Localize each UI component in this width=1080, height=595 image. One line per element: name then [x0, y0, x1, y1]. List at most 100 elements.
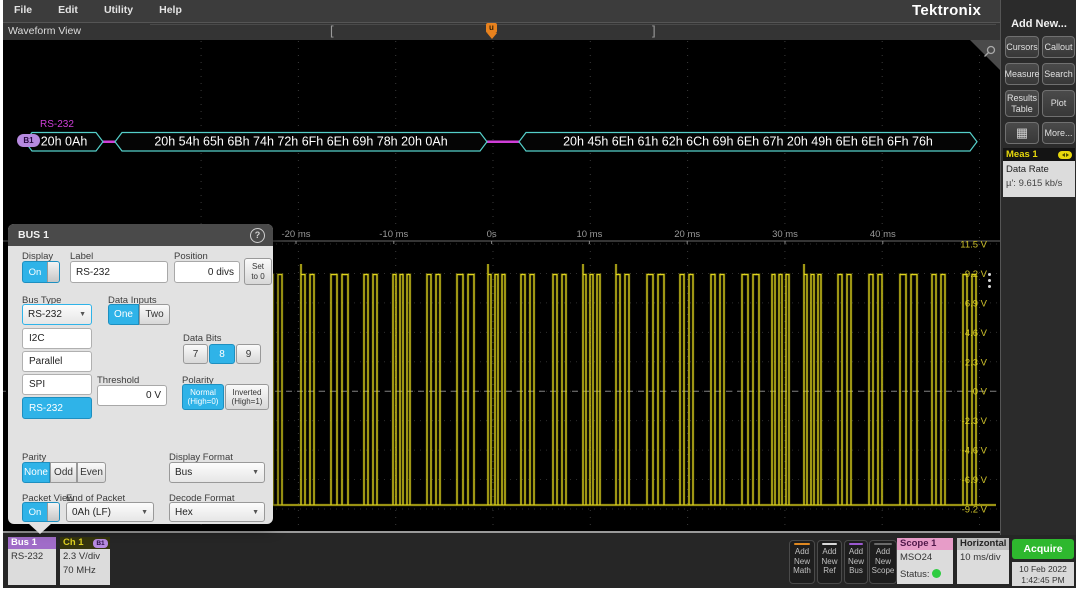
menu-item-edit[interactable]: Edit — [58, 0, 78, 16]
add-new-math-button[interactable]: AddNewMath — [789, 540, 815, 584]
screenshot-frame — [0, 588, 1080, 595]
scope1-badge-title: Scope 1 — [897, 538, 953, 550]
sidebar-button-search[interactable]: Search — [1042, 63, 1075, 85]
tab-waveform-view[interactable]: Waveform View — [8, 25, 81, 37]
app-window: FileEditUtilityHelp Tektronix — ❐ ✕ Wave… — [0, 0, 1076, 588]
display-toggle[interactable]: On — [22, 261, 60, 283]
bus-type-select[interactable]: RS-232 ▼ — [22, 304, 92, 325]
add-new-button-line: Bus — [845, 566, 867, 576]
panel-drag-handle[interactable] — [988, 270, 992, 291]
add-new-button-line: Math — [790, 566, 814, 576]
chevron-down-icon: ▼ — [141, 509, 148, 516]
time-axis-labels: -20 ms-10 ms0s10 ms20 ms30 ms40 ms — [281, 229, 896, 244]
meas1-badge-header[interactable]: Meas 1 — [1003, 148, 1075, 161]
display-format-select[interactable]: Bus▼ — [169, 462, 265, 483]
time-axis-label: 30 ms — [772, 229, 798, 240]
sidebar-button-more-[interactable]: More... — [1042, 122, 1075, 144]
datetime-box[interactable]: 10 Feb 2022 1:42:45 PM — [1012, 562, 1074, 586]
scope1-badge-body: MSO24 Status: — [897, 550, 953, 584]
horizontal-badge[interactable]: Horizontal 10 ms/div — [957, 538, 1009, 584]
label-input[interactable]: RS-232 — [70, 261, 168, 283]
menu-items: File Edit Utility Help — [14, 0, 208, 18]
time-axis-label: 10 ms — [576, 229, 602, 240]
end-of-packet-value: 0Ah (LF) — [72, 507, 111, 518]
set-to-zero-line2: to 0 — [251, 272, 264, 281]
chevron-down-icon: ▼ — [252, 509, 259, 516]
acquire-button[interactable]: Acquire — [1012, 539, 1074, 559]
polarity-inverted-line2: (High=1) — [232, 397, 263, 406]
sidebar-button-plot[interactable]: Plot — [1042, 90, 1075, 117]
dialog-header[interactable]: BUS 1 ? — [8, 224, 273, 246]
set-to-zero-button[interactable]: Set to 0 — [244, 258, 272, 285]
parity-none-button[interactable]: None — [22, 462, 50, 483]
sidebar-button-cursors[interactable]: Cursors — [1005, 36, 1039, 58]
chevron-down-icon: ▼ — [79, 311, 86, 318]
data-bits-8-button[interactable]: 8 — [209, 344, 235, 364]
add-new-scope-button[interactable]: AddNewScope — [869, 540, 897, 584]
bus-type-option-i2c[interactable]: I2C — [22, 328, 92, 349]
pan-ruler — [150, 24, 996, 25]
data-inputs-one-button[interactable]: One — [108, 304, 139, 325]
add-new-header: Add New... — [1001, 18, 1077, 30]
meas1-badge-body[interactable]: Data Rate µ': 9.615 kb/s — [1003, 161, 1075, 197]
polarity-normal-button[interactable]: Normal (High=0) — [182, 384, 224, 410]
zoom-table-icon-button[interactable]: ▦ — [1005, 122, 1039, 144]
time-axis-label: 40 ms — [870, 229, 896, 240]
decode-format-select[interactable]: Hex▼ — [169, 502, 265, 522]
sidebar-button-measure[interactable]: Measure — [1005, 63, 1039, 85]
help-icon[interactable]: ? — [250, 228, 265, 243]
data-inputs-two-button[interactable]: Two — [139, 304, 170, 325]
add-new-ref-button[interactable]: AddNewRef — [817, 540, 842, 584]
ch1-bandwidth: 70 MHz — [63, 564, 110, 578]
bus-packet-text: 20h 54h 65h 6Bh 74h 72h 6Fh 6Eh 69h 78h … — [154, 135, 447, 149]
bus1-badge[interactable]: Bus 1 RS-232 — [8, 537, 56, 585]
meas1-value: µ': 9.615 kb/s — [1006, 177, 1075, 191]
menu-item-file[interactable]: File — [14, 0, 32, 16]
menu-item-help[interactable]: Help — [159, 0, 182, 16]
add-new-bus-button[interactable]: AddNewBus — [844, 540, 868, 584]
dialog-title: BUS 1 — [18, 229, 49, 241]
display-toggle-state: On — [23, 262, 47, 282]
bus-packet-text: 20h 45h 6Eh 61h 62h 6Ch 69h 6Eh 67h 20h … — [563, 135, 933, 149]
add-new-button-line: New — [845, 557, 867, 567]
add-new-button-line: New — [790, 557, 814, 567]
zoom-corner-control[interactable] — [970, 40, 1000, 70]
add-new-button-line: Add — [790, 547, 814, 557]
chevron-down-icon: ▼ — [252, 469, 259, 476]
voltage-axis-label: 11.5 V — [960, 240, 987, 251]
ch1-scale: 2.3 V/div — [63, 550, 110, 564]
scope1-status-label: Status: — [900, 569, 930, 580]
end-of-packet-select[interactable]: 0Ah (LF) ▼ — [66, 502, 154, 522]
scope1-badge[interactable]: Scope 1 MSO24 Status: — [897, 538, 953, 584]
polarity-inverted-button[interactable]: Inverted (High=1) — [225, 384, 269, 410]
bus-decode-row: RS-23220h 0Ah20h 54h 65h 6Bh 74h 72h 6Fh… — [25, 119, 977, 151]
waveform-trace — [182, 264, 996, 505]
accent-stripe — [874, 543, 892, 545]
meas1-title: Meas 1 — [1006, 149, 1038, 160]
threshold-input[interactable]: 0 V — [97, 385, 167, 406]
polarity-inverted-line1: Inverted — [233, 388, 262, 397]
packet-view-toggle[interactable]: On — [22, 502, 60, 522]
trigger-arrow-icon — [487, 33, 497, 39]
bus-type-value: RS-232 — [28, 309, 62, 320]
parity-even-button[interactable]: Even — [77, 462, 106, 483]
toggle-knob — [47, 503, 59, 521]
position-input[interactable]: 0 divs — [174, 261, 240, 283]
accent-stripe — [822, 543, 837, 545]
data-bits-9-button[interactable]: 9 — [236, 344, 261, 364]
ch1-badge[interactable]: Ch 1 B1 2.3 V/div 70 MHz — [60, 537, 110, 585]
data-bits-7-button[interactable]: 7 — [183, 344, 208, 364]
bus-type-option-spi[interactable]: SPI — [22, 374, 92, 395]
bottom-settings-bar: Bus 1 RS-232 Ch 1 B1 2.3 V/div 70 MHz Ad… — [0, 533, 1076, 588]
bus-type-option-parallel[interactable]: Parallel — [22, 351, 92, 372]
sidebar-button-callout[interactable]: Callout — [1042, 36, 1075, 58]
parity-odd-button[interactable]: Odd — [50, 462, 77, 483]
trigger-position-icon[interactable]: u — [486, 23, 497, 33]
sidebar-button-results-table[interactable]: Results Table — [1005, 90, 1039, 117]
screenshot-frame — [0, 0, 3, 595]
bus-type-option-rs-232[interactable]: RS-232 — [22, 397, 92, 419]
meas1-range-pill-icon[interactable] — [1058, 151, 1072, 159]
table-grid-icon: ▦ — [1016, 126, 1028, 141]
menu-item-utility[interactable]: Utility — [104, 0, 133, 16]
ch1-badge-header: Ch 1 B1 — [60, 537, 110, 549]
